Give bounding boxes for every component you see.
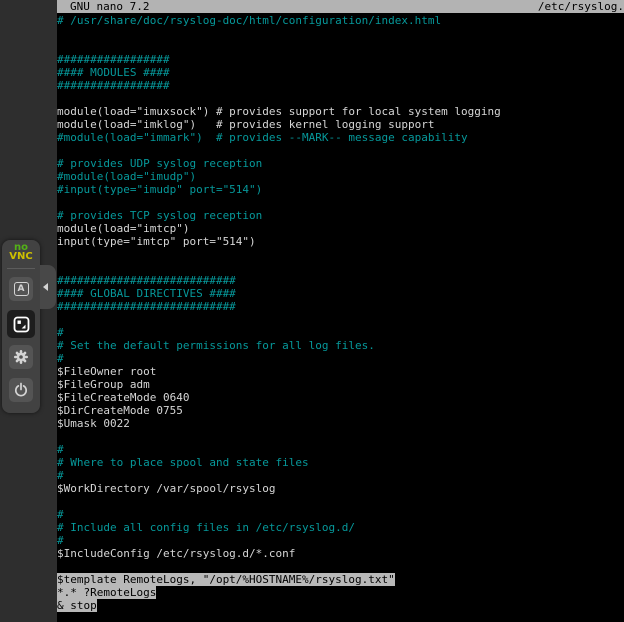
editor-line: [57, 27, 624, 40]
editor-line: $FileGroup adm: [57, 378, 624, 391]
fullscreen-button[interactable]: [7, 310, 35, 338]
editor-line: # /usr/share/doc/rsyslog-doc/html/config…: [57, 14, 624, 27]
editor-line: #module(load="imudp"): [57, 170, 624, 183]
vnc-sidebar-area: no VNC A: [0, 0, 57, 622]
keyboard-key-icon: A: [14, 282, 29, 296]
editor-line: [57, 92, 624, 105]
settings-button[interactable]: [9, 345, 33, 369]
editor-line: #: [57, 508, 624, 521]
editor-line: [57, 560, 624, 573]
panel-separator: [7, 268, 35, 269]
editor-line: # Where to place spool and state files: [57, 456, 624, 469]
power-icon: [13, 382, 29, 398]
nano-filename: /etc/rsyslog.: [538, 0, 624, 13]
editor-line: input(type="imtcp" port="514"): [57, 235, 624, 248]
editor-line-selected: & stop: [57, 599, 624, 612]
novnc-logo: no VNC: [9, 244, 32, 261]
editor-line: $FileCreateMode 0640: [57, 391, 624, 404]
editor-line: [57, 261, 624, 274]
control-bar-handle[interactable]: [40, 265, 56, 309]
editor-line: #: [57, 352, 624, 365]
vnc-control-panel: no VNC A: [2, 240, 40, 413]
editor-content[interactable]: # /usr/share/doc/rsyslog-doc/html/config…: [57, 13, 624, 612]
chevron-left-icon: [43, 283, 48, 291]
editor-line: #: [57, 469, 624, 482]
editor-line: [57, 313, 624, 326]
editor-line: #################: [57, 53, 624, 66]
nano-titlebar: GNU nano 7.2 /etc/rsyslog.: [57, 0, 624, 13]
editor-line: #################: [57, 79, 624, 92]
editor-line: $IncludeConfig /etc/rsyslog.d/*.conf: [57, 547, 624, 560]
editor-line: #### MODULES ####: [57, 66, 624, 79]
editor-line: module(load="imklog") # provides kernel …: [57, 118, 624, 131]
terminal-window: GNU nano 7.2 /etc/rsyslog. # /usr/share/…: [57, 0, 624, 622]
editor-line: [57, 248, 624, 261]
editor-line: # provides TCP syslog reception: [57, 209, 624, 222]
editor-line-selected: *.* ?RemoteLogs: [57, 586, 624, 599]
editor-line: ###########################: [57, 300, 624, 313]
editor-line: [57, 144, 624, 157]
editor-line: # Set the default permissions for all lo…: [57, 339, 624, 352]
editor-line: #input(type="imudp" port="514"): [57, 183, 624, 196]
editor-line: module(load="imtcp"): [57, 222, 624, 235]
editor-line: # provides UDP syslog reception: [57, 157, 624, 170]
vnc-screen: no VNC A: [0, 0, 624, 622]
editor-line: [57, 430, 624, 443]
editor-line: ###########################: [57, 274, 624, 287]
editor-line: $FileOwner root: [57, 365, 624, 378]
editor-line: [57, 196, 624, 209]
editor-line: #: [57, 534, 624, 547]
editor-line: [57, 495, 624, 508]
editor-line: module(load="imuxsock") # provides suppo…: [57, 105, 624, 118]
editor-line: # Include all config files in /etc/rsysl…: [57, 521, 624, 534]
editor-line: $WorkDirectory /var/spool/rsyslog: [57, 482, 624, 495]
editor-line: #module(load="immark") # provides --MARK…: [57, 131, 624, 144]
fullscreen-icon: [13, 316, 30, 333]
editor-line: #: [57, 443, 624, 456]
editor-line: [57, 40, 624, 53]
editor-line-selected: $template RemoteLogs, "/opt/%HOSTNAME%/r…: [57, 573, 624, 586]
editor-line: $Umask 0022: [57, 417, 624, 430]
power-button[interactable]: [9, 378, 33, 402]
editor-line: $DirCreateMode 0755: [57, 404, 624, 417]
nano-version: GNU nano 7.2: [70, 0, 149, 13]
editor-line: #: [57, 326, 624, 339]
editor-line: #### GLOBAL DIRECTIVES ####: [57, 287, 624, 300]
novnc-logo-vnc: VNC: [9, 253, 32, 262]
gear-icon: [13, 349, 29, 365]
keyboard-button[interactable]: A: [9, 277, 33, 301]
